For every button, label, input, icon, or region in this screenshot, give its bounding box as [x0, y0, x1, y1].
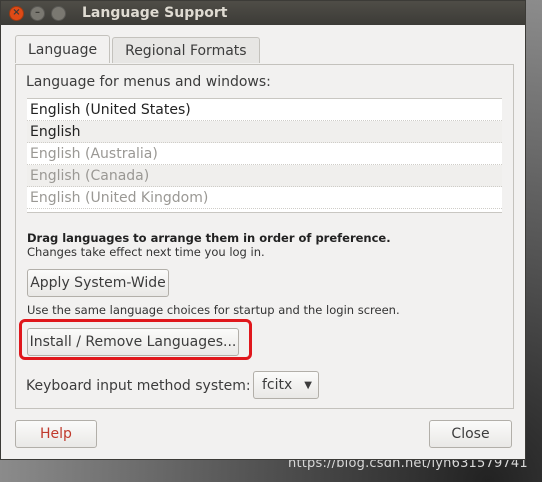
language-item[interactable]: English (Australia)	[27, 143, 502, 165]
keyboard-input-method-select[interactable]: fcitx ▼	[253, 371, 319, 399]
apply-note: Use the same language choices for startu…	[27, 303, 400, 317]
changes-hint: Changes take effect next time you log in…	[27, 245, 265, 259]
language-section-label: Language for menus and windows:	[26, 74, 271, 90]
tab-language[interactable]: Language	[15, 35, 111, 63]
close-button[interactable]: Close	[429, 420, 512, 448]
language-list[interactable]: English (United States) English English …	[27, 98, 502, 213]
drag-hint: Drag languages to arrange them in order …	[27, 231, 391, 245]
dropdown-arrow-icon: ▼	[304, 379, 312, 391]
maximize-window-icon[interactable]	[51, 5, 66, 21]
help-button[interactable]: Help	[15, 420, 97, 448]
install-remove-languages-button[interactable]: Install / Remove Languages...	[27, 328, 239, 356]
keyboard-input-label: Keyboard input method system:	[26, 378, 251, 394]
window-title: Language Support	[82, 5, 228, 21]
minimize-window-icon[interactable]: –	[30, 5, 45, 21]
language-item[interactable]: English	[27, 121, 502, 143]
title-bar: × – Language Support	[1, 1, 525, 25]
language-item[interactable]: English (United States)	[27, 99, 502, 121]
language-item[interactable]: English (Canada)	[27, 165, 502, 187]
apply-system-wide-button[interactable]: Apply System-Wide	[27, 269, 169, 297]
tab-bar: Language Regional Formats	[15, 35, 262, 63]
language-panel: Language for menus and windows: English …	[15, 64, 514, 409]
keyboard-input-method-value: fcitx	[262, 377, 293, 393]
tab-regional-formats[interactable]: Regional Formats	[112, 37, 260, 63]
close-window-icon[interactable]: ×	[9, 5, 24, 21]
language-support-window: × – Language Support Language Regional F…	[0, 0, 526, 460]
language-item[interactable]: English (United Kingdom)	[27, 187, 502, 209]
